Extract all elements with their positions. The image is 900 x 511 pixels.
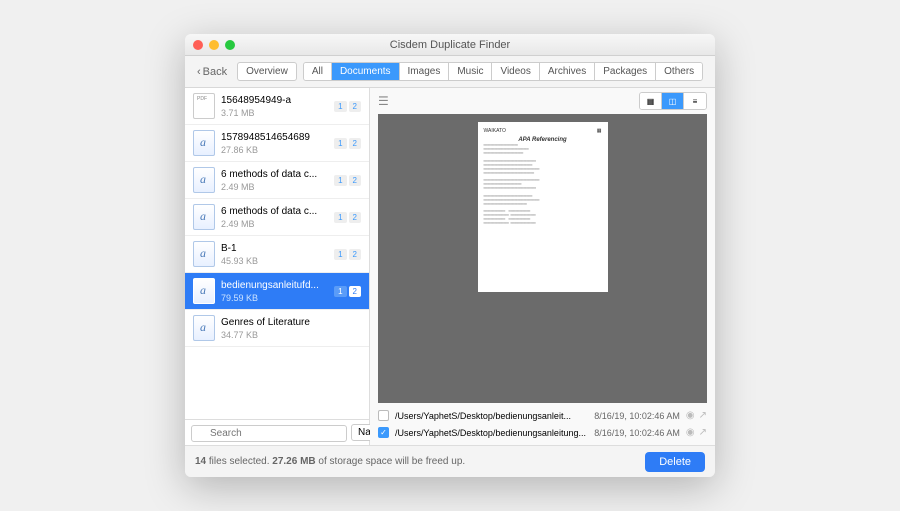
reveal-icon[interactable]: ↗ [699, 427, 707, 438]
search-input[interactable] [191, 425, 347, 442]
table-row: /Users/YaphetS/Desktop/bedienungsanleit.… [378, 407, 707, 424]
file-name: 6 methods of data c... [221, 206, 328, 217]
table-row: ✓ /Users/YaphetS/Desktop/bedienungsanleit… [378, 424, 707, 441]
file-icon [193, 93, 215, 119]
app-window: Cisdem Duplicate Finder ‹ Back Overview … [185, 34, 715, 477]
file-icon [193, 278, 215, 304]
count-badge: 2 [349, 286, 361, 297]
tab-images[interactable]: Images [400, 63, 450, 80]
count-badge: 1 [334, 175, 346, 186]
file-list: 15648954949-a3.71 MB1215789485146546­892… [185, 88, 369, 419]
preview-pane: ☰ ▦ ◫ ≡ WAIKATO▦ APA Referencing ━━━━━━━… [370, 88, 715, 445]
checkbox[interactable] [378, 410, 389, 421]
file-name: 15789485146546­89 [221, 132, 328, 143]
file-size: 2.49 MB [221, 219, 328, 229]
window-title: Cisdem Duplicate Finder [185, 39, 715, 51]
reveal-icon[interactable]: ↗ [699, 410, 707, 421]
file-icon [193, 167, 215, 193]
file-size: 45.93 KB [221, 256, 328, 266]
tab-music[interactable]: Music [449, 63, 492, 80]
list-item[interactable]: 6 methods of data c... 2.49 MB 12 [185, 162, 369, 199]
file-size: 2.49 MB [221, 182, 328, 192]
toolbar: ‹ Back Overview AllDocumentsImagesMusicV… [185, 56, 715, 88]
document-preview: WAIKATO▦ APA Referencing ━━━━━━━━━━━━━━━… [378, 114, 707, 403]
list-view-button[interactable]: ≡ [684, 93, 706, 109]
file-list-sidebar: 15648954949-a3.71 MB1215789485146546­892… [185, 88, 370, 445]
back-button[interactable]: ‹ Back [193, 66, 231, 78]
list-item[interactable]: 6 methods of data c... 2.49 MB 12 [185, 199, 369, 236]
file-size: 27.86 KB [221, 145, 328, 155]
list-item[interactable]: 15789485146546­89 27.86 KB 12 [185, 125, 369, 162]
duplicate-rows: /Users/YaphetS/Desktop/bedienungsanleit.… [370, 403, 715, 445]
column-view-button[interactable]: ◫ [662, 93, 684, 109]
checkbox[interactable]: ✓ [378, 427, 389, 438]
tab-packages[interactable]: Packages [595, 63, 656, 80]
search-bar: ⌕ Name ▾ [185, 419, 369, 445]
list-item[interactable]: 15648954949-a 3.71 MB 12 [185, 88, 369, 125]
eye-icon[interactable]: ◉ [686, 427, 695, 438]
file-path: /Users/YaphetS/Desktop/bedienungsanleitu… [395, 428, 588, 438]
tab-documents[interactable]: Documents [332, 63, 400, 80]
file-icon [193, 130, 215, 156]
count-badge: 1 [334, 249, 346, 260]
file-size: 34.77 KB [221, 330, 361, 340]
file-date: 8/16/19, 10:02:46 AM [594, 428, 680, 438]
eye-icon[interactable]: ◉ [686, 410, 695, 421]
file-name: B-1 [221, 243, 328, 254]
count-badge: 2 [349, 138, 361, 149]
overview-button[interactable]: Overview [237, 62, 297, 81]
list-item[interactable]: B-1 45.93 KB 12 [185, 236, 369, 273]
titlebar: Cisdem Duplicate Finder [185, 34, 715, 56]
count-badge: 1 [334, 101, 346, 112]
file-path: /Users/YaphetS/Desktop/bedienungsanleit.… [395, 411, 588, 421]
tab-others[interactable]: Others [656, 63, 702, 80]
tab-archives[interactable]: Archives [540, 63, 595, 80]
tab-all[interactable]: All [304, 63, 332, 80]
list-icon[interactable]: ☰ [378, 94, 389, 108]
delete-button[interactable]: Delete [645, 452, 705, 472]
file-size: 3.71 MB [221, 108, 328, 118]
count-badge: 1 [334, 212, 346, 223]
count-badge: 2 [349, 175, 361, 186]
file-name: 15648954949-a [221, 95, 328, 106]
tab-videos[interactable]: Videos [492, 63, 539, 80]
preview-page: WAIKATO▦ APA Referencing ━━━━━━━━━━━━━━━… [478, 122, 608, 292]
file-name: bedienungsanleitufd... [221, 280, 328, 291]
count-badge: 1 [334, 286, 346, 297]
count-badge: 2 [349, 101, 361, 112]
count-badge: 2 [349, 249, 361, 260]
list-item[interactable]: Genres of Literature 34.77 KB [185, 310, 369, 347]
status-text: 14 files selected. 27.26 MB of storage s… [195, 456, 465, 467]
file-icon [193, 315, 215, 341]
view-toggle: ▦ ◫ ≡ [639, 92, 707, 110]
category-tabs: AllDocumentsImagesMusicVideosArchivesPac… [303, 62, 703, 81]
file-icon [193, 241, 215, 267]
file-name: 6 methods of data c... [221, 169, 328, 180]
count-badge: 1 [334, 138, 346, 149]
list-item[interactable]: bedienungsanleitufd... 79.59 KB 12 [185, 273, 369, 310]
file-icon [193, 204, 215, 230]
count-badge: 2 [349, 212, 361, 223]
file-date: 8/16/19, 10:02:46 AM [594, 411, 680, 421]
footer: 14 files selected. 27.26 MB of storage s… [185, 445, 715, 477]
grid-view-button[interactable]: ▦ [640, 93, 662, 109]
file-name: Genres of Literature [221, 317, 361, 328]
file-size: 79.59 KB [221, 293, 328, 303]
chevron-left-icon: ‹ [197, 66, 201, 78]
